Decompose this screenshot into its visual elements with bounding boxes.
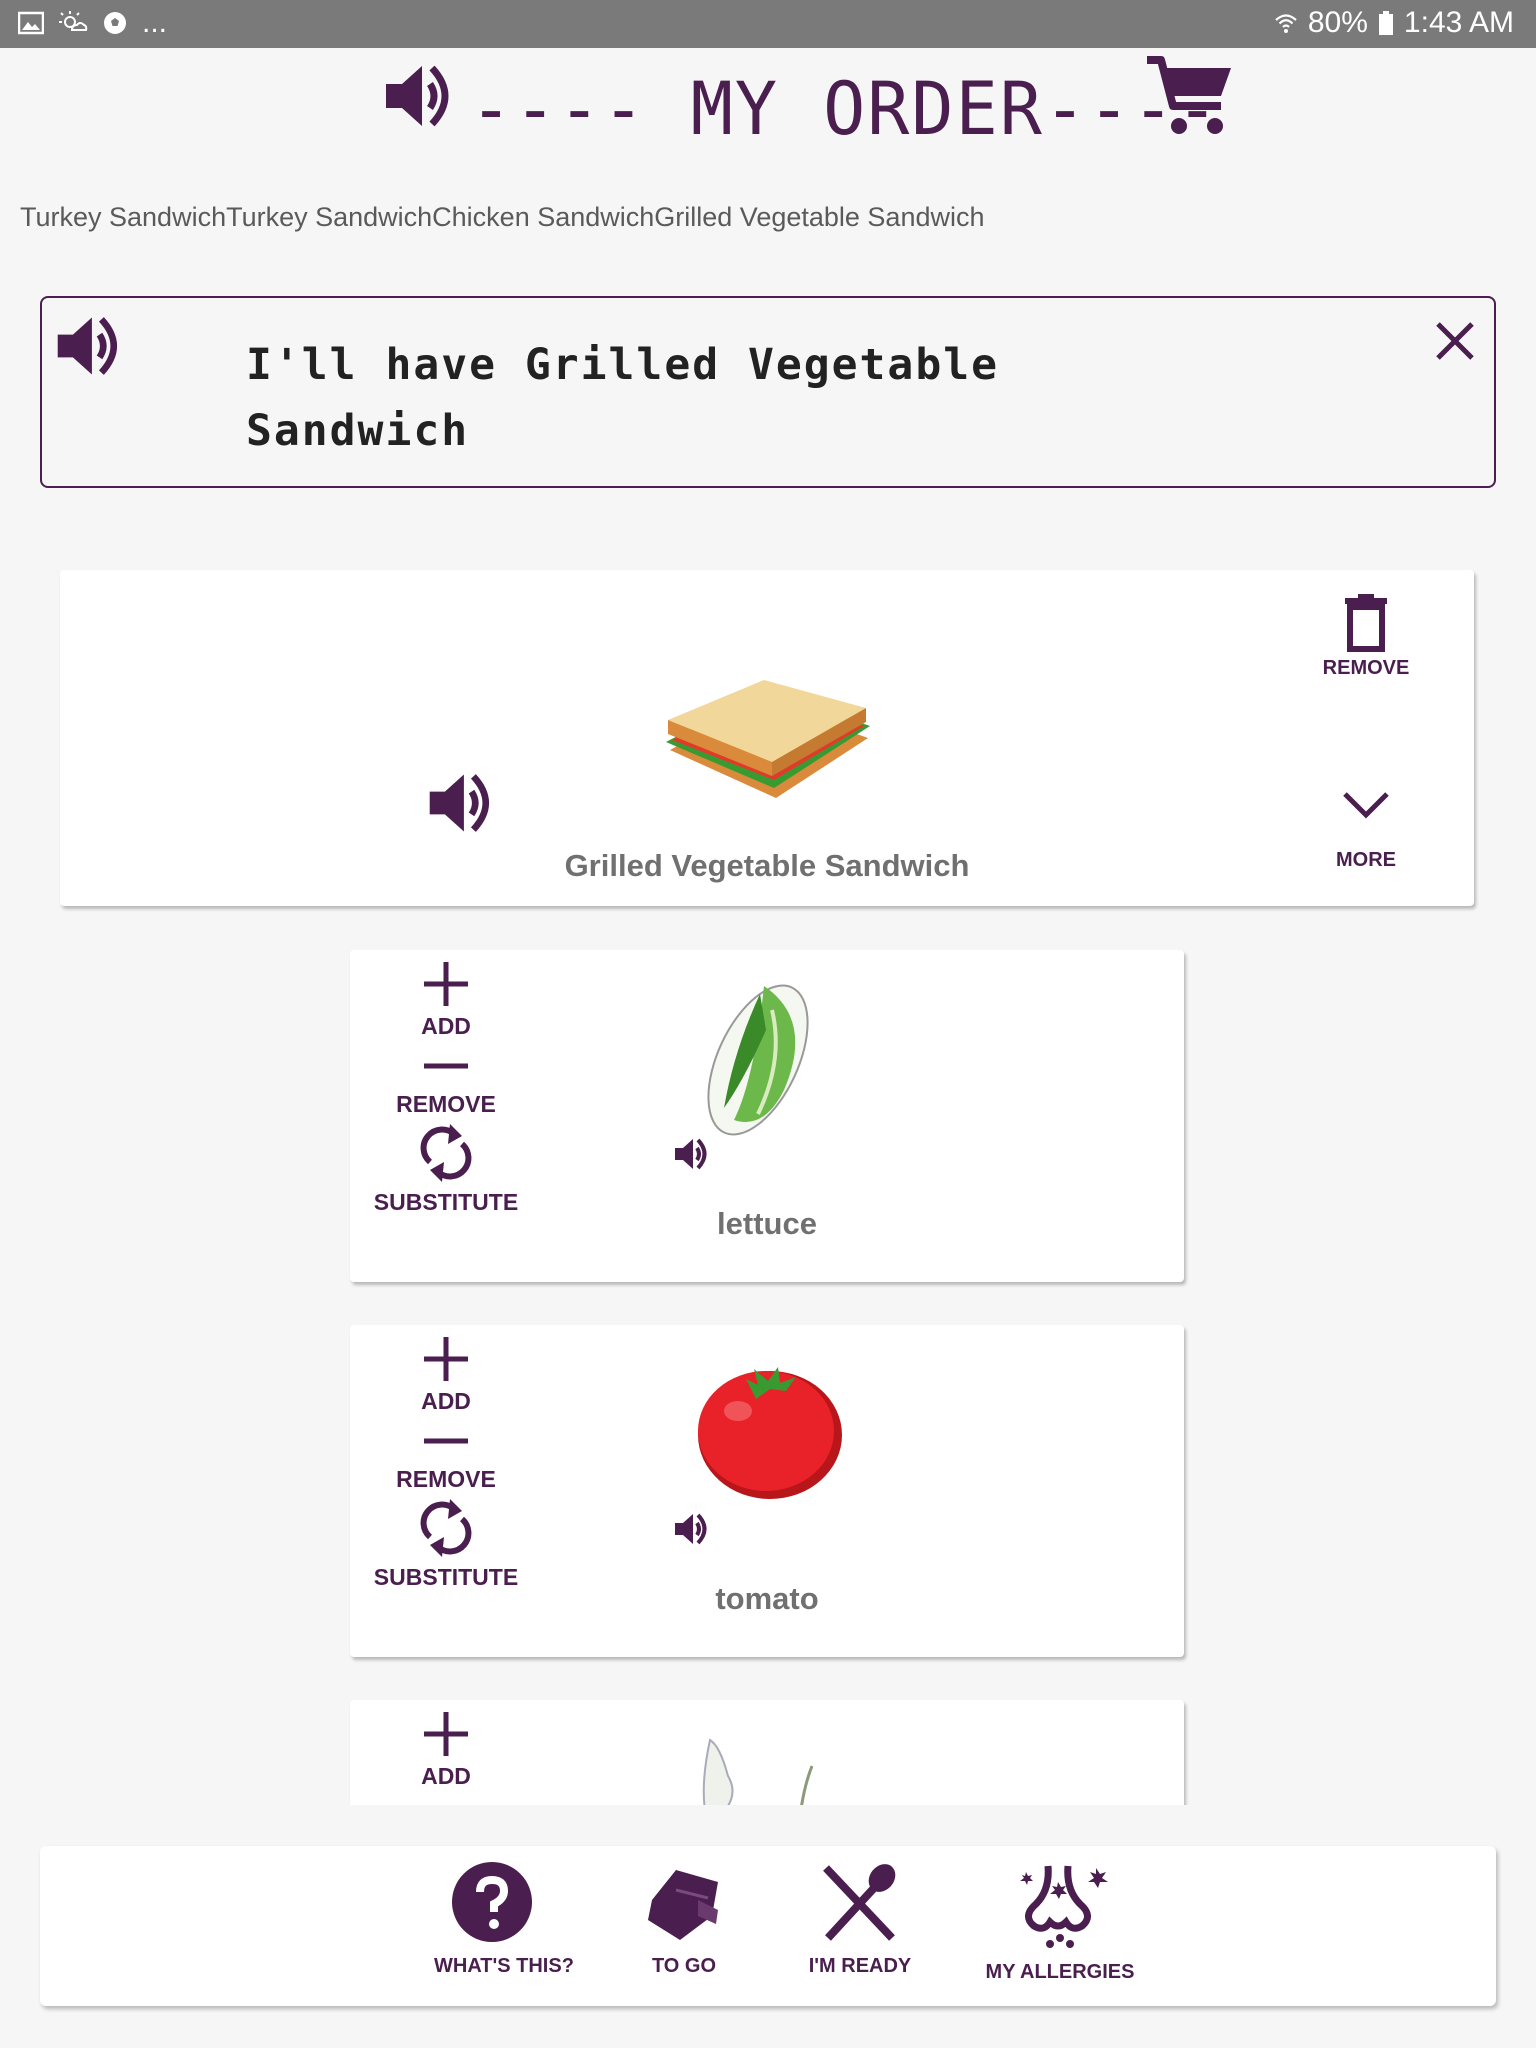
ingredient-card: ADD REMOVE SUBSTITUTE tomato xyxy=(350,1325,1184,1657)
ingredient-actions: ADD xyxy=(350,1710,542,1790)
minus-icon xyxy=(422,1063,470,1090)
ingredient-name: tomato xyxy=(715,1581,819,1616)
garlic-image xyxy=(700,1736,830,1805)
whats-this-button[interactable]: WHAT'S THIS? xyxy=(434,1860,574,1978)
weather-icon xyxy=(58,10,88,36)
add-label: ADD xyxy=(421,1388,471,1414)
im-ready-label: I'M READY xyxy=(808,1955,912,1977)
remove-label: REMOVE xyxy=(396,1091,496,1117)
remove-label: REMOVE xyxy=(1322,657,1410,679)
phrase-text: I'll have Grilled Vegetable Sandwich xyxy=(246,332,1146,464)
plus-icon xyxy=(422,962,470,1012)
add-button[interactable]: ADD xyxy=(350,960,542,1040)
minus-icon xyxy=(422,1438,470,1465)
add-button[interactable]: ADD xyxy=(350,1335,542,1415)
tomato-image xyxy=(694,1355,844,1506)
refresh-icon xyxy=(420,1124,472,1188)
ingredients-list[interactable]: ADD REMOVE SUBSTITUTE lettuce ADD REMOVE… xyxy=(0,940,1536,1805)
gallery-icon xyxy=(18,11,44,35)
substitute-button[interactable]: SUBSTITUTE xyxy=(350,1122,542,1216)
battery-percent: 80% xyxy=(1307,6,1368,39)
overflow-indicator: ... xyxy=(142,6,168,39)
soccer-ball-icon xyxy=(102,10,128,36)
lettuce-image xyxy=(694,980,820,1145)
more-button[interactable]: MORE xyxy=(1296,788,1436,872)
remove-button[interactable]: REMOVE xyxy=(350,1431,542,1493)
takeout-bag-icon xyxy=(642,1870,726,1948)
substitute-button[interactable]: SUBSTITUTE xyxy=(350,1497,542,1591)
ingredient-card: ADD xyxy=(350,1700,1184,1805)
add-button[interactable]: ADD xyxy=(350,1710,542,1790)
phrase-line: Sandwich xyxy=(246,406,470,456)
refresh-icon xyxy=(420,1499,472,1563)
to-go-label: TO GO xyxy=(651,1955,717,1977)
ingredient-card: ADD REMOVE SUBSTITUTE lettuce xyxy=(350,950,1184,1282)
whats-this-label: WHAT'S THIS? xyxy=(434,1955,574,1977)
plus-icon xyxy=(422,1337,470,1387)
order-item-card[interactable]: Grilled Vegetable Sandwich REMOVE MORE xyxy=(60,570,1474,906)
my-allergies-label: MY ALLERGIES xyxy=(985,1961,1135,1983)
speaker-icon[interactable] xyxy=(672,1134,712,1179)
trash-icon xyxy=(1343,594,1389,656)
header: ---- MY ORDER---- xyxy=(0,48,1536,158)
remove-button[interactable]: REMOVE xyxy=(350,1056,542,1118)
add-label: ADD xyxy=(421,1013,471,1039)
speaker-icon[interactable] xyxy=(424,765,500,846)
my-allergies-button[interactable]: MY ALLERGIES xyxy=(980,1860,1140,1984)
to-go-button[interactable]: TO GO xyxy=(636,1860,732,1978)
cart-icon[interactable] xyxy=(1145,54,1235,145)
sandwich-image xyxy=(656,680,878,813)
order-history: Turkey SandwichTurkey SandwichChicken Sa… xyxy=(20,202,985,232)
close-icon[interactable] xyxy=(1434,320,1476,367)
more-label: MORE xyxy=(1336,849,1396,871)
status-bar: ... 80% 1:43 AM xyxy=(0,0,1536,48)
add-label: ADD xyxy=(421,1763,471,1789)
ingredient-name: lettuce xyxy=(717,1206,817,1241)
im-ready-button[interactable]: I'M READY xyxy=(804,1860,916,1978)
allergy-nose-icon xyxy=(1010,1865,1110,1954)
phrase-box: I'll have Grilled Vegetable Sandwich xyxy=(40,296,1496,488)
wifi-icon xyxy=(1274,11,1298,35)
plus-icon xyxy=(422,1712,470,1762)
clock: 1:43 AM xyxy=(1403,6,1514,39)
speaker-icon[interactable] xyxy=(52,308,128,389)
ingredient-actions: ADD REMOVE SUBSTITUTE xyxy=(350,960,542,1216)
help-icon xyxy=(450,1862,534,1948)
ingredient-actions: ADD REMOVE SUBSTITUTE xyxy=(350,1335,542,1591)
speaker-icon[interactable] xyxy=(380,56,460,141)
fork-spoon-icon xyxy=(818,1864,902,1948)
remove-item-button[interactable]: REMOVE xyxy=(1296,594,1436,680)
chevron-down-icon xyxy=(1341,792,1391,826)
page-title: ---- MY ORDER---- xyxy=(470,65,1221,153)
speaker-icon[interactable] xyxy=(672,1509,712,1554)
bottom-bar: WHAT'S THIS? TO GO I'M READY MY ALLERGIE… xyxy=(40,1846,1496,2006)
battery-icon xyxy=(1378,10,1394,36)
order-item-name: Grilled Vegetable Sandwich xyxy=(564,848,970,883)
remove-label: REMOVE xyxy=(396,1466,496,1492)
phrase-line: I'll have Grilled Vegetable xyxy=(246,340,999,390)
